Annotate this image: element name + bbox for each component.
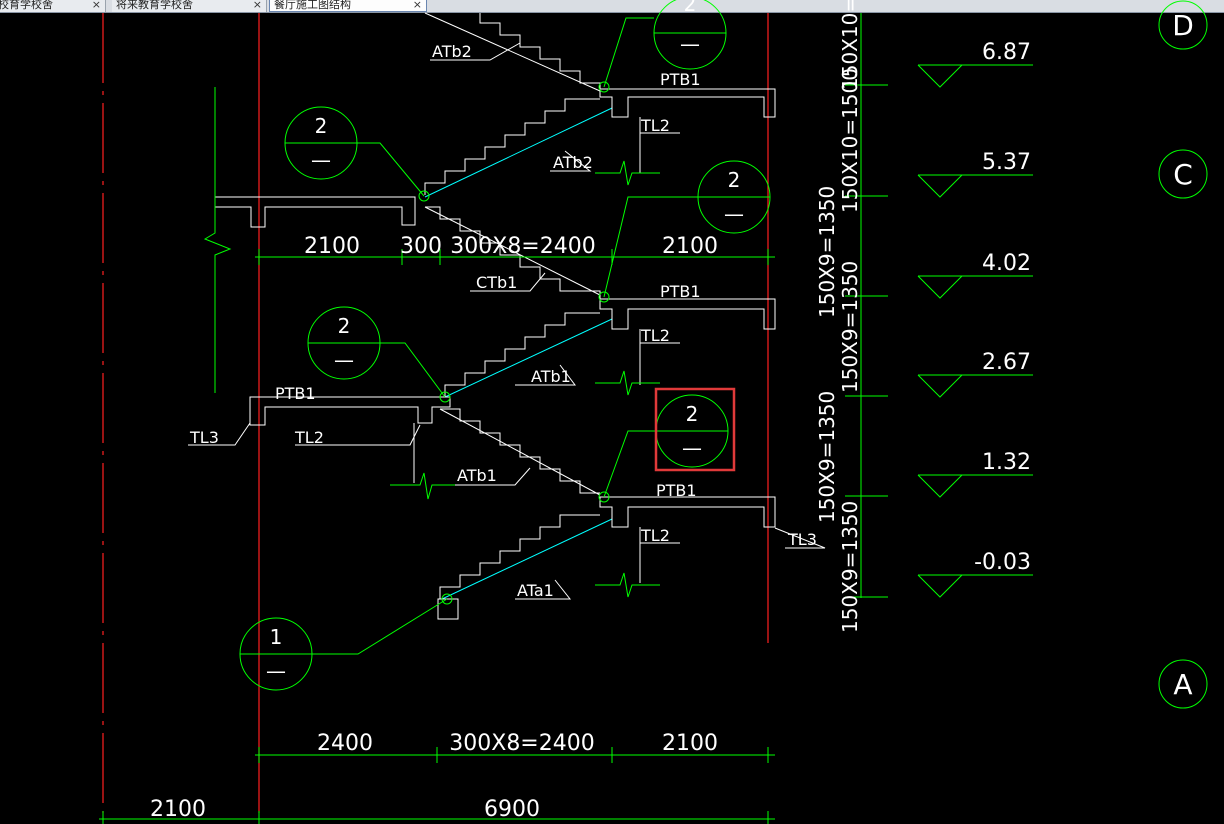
stair-section-drawing: 2 — 2 — 2 — 2 — 2 — 1 — D C A 6.87 5.37 … — [99, 0, 1208, 824]
elevation-minus-0-03: -0.03 — [974, 550, 1031, 575]
vertical-dimension-texts: 150X10=1500 150X10=1500 150X9=1350 150X9… — [815, 0, 862, 633]
section-marker-number: 2 — [728, 168, 741, 192]
section-marker-sub: — — [680, 32, 700, 56]
label-atb1-a: ATb1 — [531, 367, 571, 386]
section-marker-sub: — — [682, 436, 702, 460]
label-tl2-c: TL2 — [640, 526, 670, 545]
section-marker-sub: — — [334, 348, 354, 372]
section-marker-number: 2 — [686, 402, 699, 426]
axis-bubble-d: D — [1172, 9, 1194, 42]
component-labels: ATb2 PTB1 TL2 ATb2 CTb1 PTB1 TL2 ATb1 PT… — [189, 42, 817, 600]
dim-lower-2400: 2400 — [317, 731, 373, 756]
section-marker-number: 2 — [338, 314, 351, 338]
label-atb2-top: ATb2 — [432, 42, 472, 61]
elevation-values: 6.87 5.37 4.02 2.67 1.32 -0.03 — [974, 40, 1031, 575]
section-marker-lines — [239, 0, 771, 691]
section-marker-sub: — — [266, 659, 286, 683]
label-tl3-right: TL3 — [787, 530, 817, 549]
vdim-text: 150X9=1350 — [838, 501, 862, 633]
section-marker-sub: — — [311, 148, 331, 172]
axis-bubble-circles — [1158, 0, 1208, 709]
label-ptb1-c: PTB1 — [656, 481, 697, 500]
section-marker-sub: — — [724, 202, 744, 226]
elevation-6-87: 6.87 — [982, 40, 1031, 65]
horizontal-dimension-texts: 2100 300 300X8=2400 2100 2400 300X8=2400… — [150, 234, 718, 822]
label-atb1-b: ATb1 — [457, 466, 497, 485]
label-tl2-left: TL2 — [294, 428, 324, 447]
vdim-text: 150X9=1350 — [838, 261, 862, 393]
label-ptb1-left: PTB1 — [275, 384, 316, 403]
stair-outlines — [214, 12, 776, 620]
dim-bottom-2100: 2100 — [150, 797, 206, 822]
label-ata1: ATa1 — [517, 581, 554, 600]
label-tl2-a: TL2 — [640, 116, 670, 135]
cad-drawing-canvas[interactable]: 2 — 2 — 2 — 2 — 2 — 1 — D C A 6.87 5.37 … — [0, 0, 1224, 824]
elevation-symbols — [917, 64, 1033, 598]
dim-lower-300x8: 300X8=2400 — [449, 731, 594, 756]
label-ptb1-a: PTB1 — [660, 70, 701, 89]
label-tl2-b: TL2 — [640, 326, 670, 345]
section-marker-texts: 2 — 2 — 2 — 2 — 2 — 1 — — [266, 0, 744, 683]
label-ctb1: CTb1 — [476, 273, 517, 292]
dim-upper-300x8: 300X8=2400 — [450, 234, 595, 259]
label-tl3-left: TL3 — [189, 428, 219, 447]
axis-bubble-labels: D C A — [1172, 9, 1194, 701]
dim-upper-300: 300 — [400, 234, 442, 259]
label-atb2-mid: ATb2 — [553, 153, 593, 172]
vdim-text: 150X9=1350 — [815, 186, 839, 318]
elevation-1-32: 1.32 — [982, 450, 1031, 475]
dim-upper-2100-right: 2100 — [662, 234, 718, 259]
vdim-text: 150X10=1500 — [838, 68, 862, 213]
dim-upper-2100-left: 2100 — [304, 234, 360, 259]
axis-bubble-c: C — [1173, 158, 1193, 191]
elevation-4-02: 4.02 — [982, 251, 1031, 276]
slab-lines — [424, 107, 613, 600]
section-marker-number: 2 — [684, 0, 697, 16]
vdim-text: 150X9=1350 — [815, 391, 839, 523]
dim-lower-2100: 2100 — [662, 731, 718, 756]
section-marker-number: 2 — [315, 114, 328, 138]
dim-bottom-6900: 6900 — [484, 797, 540, 822]
elevation-2-67: 2.67 — [982, 350, 1031, 375]
label-ptb1-b: PTB1 — [660, 282, 701, 301]
elevation-5-37: 5.37 — [982, 150, 1031, 175]
section-marker-number: 1 — [270, 625, 283, 649]
axis-bubble-a: A — [1173, 668, 1192, 701]
leader-lines — [188, 42, 826, 600]
